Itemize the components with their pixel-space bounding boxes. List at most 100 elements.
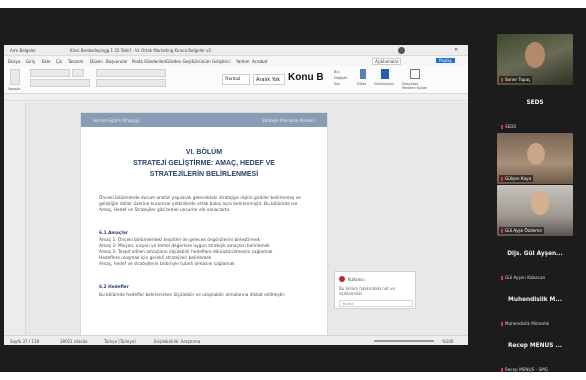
menu-help[interactable]: Yardım — [236, 59, 249, 64]
tab-2[interactable]: Kinsi Benbelleyingg 1 22 Teklif - Vs Ort… — [70, 48, 211, 53]
comment-avatar — [339, 276, 345, 282]
microphone-icon[interactable] — [360, 69, 366, 79]
menu-acrobat[interactable]: Acrobat — [252, 59, 267, 64]
header-left: Hizmet Eğitim Kitapçığı — [93, 118, 140, 123]
meeting-window: Arm Belgeler Kinsi Benbelleyingg 1 22 Te… — [0, 8, 586, 375]
header-right: Stratejik Planlama Rehberi — [261, 118, 315, 123]
page-indicator[interactable]: Sayfa 37 / 118 — [10, 339, 39, 344]
section-heading-1: 6.1 Amaçlar — [99, 231, 128, 236]
dictate-label: Dikte — [357, 82, 367, 86]
participant-caption-3: Gül Ayşe Özdemir — [499, 227, 545, 234]
participant-name-4: Recep MENUS ... — [507, 343, 563, 349]
reuse-files-label: Dosyaları Yeniden Kullan — [402, 82, 428, 90]
font-name-select[interactable] — [30, 69, 70, 77]
comment-text: Bu bölüm hakkındaki not ve açıklamalar — [339, 286, 395, 296]
page-header: Hizmet Eğitim Kitapçığı Stratejik Planla… — [81, 113, 327, 127]
select-button[interactable]: Seç — [334, 82, 340, 86]
title-bar: Arm Belgeler Kinsi Benbelleyingg 1 22 Te… — [4, 45, 468, 56]
participant-subname-1: SEDS — [501, 124, 516, 129]
font-size-select[interactable] — [72, 69, 84, 77]
menu-layout[interactable]: Düzen — [90, 59, 103, 64]
title-line-2: STRATEJİLERİN BELİRLENMESİ — [149, 171, 259, 178]
participant-caption-1: Soner Topaç — [499, 76, 533, 83]
ruler — [4, 95, 468, 101]
zoom-level[interactable]: %100 — [442, 339, 453, 344]
menu-view[interactable]: Görünüm — [192, 59, 211, 64]
chapter-number: VI. BÖLÜM — [185, 149, 223, 156]
participant-caption-2: Gülşen Kaya — [499, 175, 534, 182]
avatar[interactable] — [398, 47, 405, 54]
mic-muted-icon — [501, 368, 503, 372]
screen: Arm Belgeler Kinsi Benbelleyingg 1 22 Te… — [0, 0, 586, 378]
participant-name-3: Muhendislik M... — [508, 297, 562, 303]
reuse-files-icon[interactable] — [410, 69, 420, 79]
style-heading[interactable]: Konu B — [288, 72, 326, 86]
alignment-group[interactable] — [96, 79, 166, 87]
menu-design[interactable]: Tasarım — [68, 59, 83, 64]
participant-video-1[interactable]: Soner Topaç — [497, 34, 573, 85]
comment-author: Kullanıcı — [348, 277, 365, 282]
participant-name-tile-1[interactable]: SEDS SEDS — [497, 87, 573, 131]
status-bar: Sayfa 37 / 118 39021 sözcük Türkçe (Türk… — [4, 335, 468, 345]
chapter-title: VI. BÖLÜM STRATEJİ GELİŞTİRME: AMAÇ, HED… — [81, 147, 327, 180]
list-format-group[interactable] — [96, 69, 166, 77]
mic-muted-icon — [501, 229, 503, 233]
paste-label: Yapıştır — [8, 87, 21, 91]
mic-muted-icon — [501, 125, 503, 129]
amac-list: Amaç 1: Önceki bölümlerdeki tespitler il… — [99, 238, 311, 268]
accessibility-status[interactable]: Erişilebilirlik: Araştırma — [154, 339, 200, 344]
navigation-strip — [4, 102, 26, 335]
participant-name-tile-4[interactable]: Recep MENUS ... Recep MENUS - SMG — [497, 330, 573, 374]
participant-name-tile-2[interactable]: Dijs. Gül Ayşen... Gül Ayşen Kabacan — [497, 238, 573, 282]
participants-panel: Soner Topaç SEDS SEDS Gülşen Kaya Gül Ay… — [490, 16, 586, 380]
ribbon: Yapıştır Normal Aralık Yok Konu B Bul De… — [4, 66, 468, 94]
editor-label: Düzenleyici — [374, 82, 395, 86]
title-line-1: STRATEJİ GELİŞTİRME: AMAÇ, HEDEF VE — [133, 160, 275, 167]
menu-file[interactable]: Dosya — [8, 59, 20, 64]
share-button[interactable]: Paylaş — [436, 58, 455, 63]
editor-icon[interactable] — [381, 69, 389, 79]
language-indicator[interactable]: Türkçe (Türkiye) — [104, 339, 136, 344]
participant-video-3[interactable]: Gül Ayşe Özdemir — [497, 185, 573, 236]
comment-reply-input[interactable]: Yanıtla — [339, 300, 413, 307]
section-heading-2: 6.2 Hedefler — [99, 285, 129, 290]
menu-mailings[interactable]: Posta Gönderileri — [132, 59, 166, 64]
list-item: Amaç, hedef ve stratejilerin birbiriyle … — [99, 262, 235, 267]
menu-draw[interactable]: Çiz — [56, 59, 62, 64]
menu-home[interactable]: Giriş — [26, 59, 35, 64]
document-page[interactable]: Hizmet Eğitim Kitapçığı Stratejik Planla… — [81, 113, 327, 345]
mic-muted-icon — [501, 322, 503, 326]
mic-muted-icon — [501, 78, 503, 82]
participant-subname-3: Muhendislik Mimarlık — [501, 321, 549, 326]
paste-icon[interactable] — [10, 69, 20, 85]
menu-bar: Dosya Giriş Ekle Çiz Tasarım Düzen Başvu… — [4, 57, 468, 66]
hedef-line: Bu bölümde hedefler belirlenirken ölçüle… — [99, 293, 286, 298]
tab-1[interactable]: Arm Belgeler — [10, 48, 36, 53]
participant-name-2: Dijs. Gül Ayşen... — [507, 251, 563, 257]
participant-video-2[interactable]: Gülşen Kaya — [497, 133, 573, 184]
replace-button[interactable]: Değiştir — [334, 76, 348, 80]
style-no-spacing[interactable]: Aralık Yok — [253, 74, 285, 85]
find-button[interactable]: Bul — [334, 70, 340, 74]
menu-review[interactable]: Gözden Geçir — [166, 59, 193, 64]
menu-insert[interactable]: Ekle — [42, 59, 50, 64]
zoom-slider[interactable] — [374, 340, 434, 342]
participant-face-3 — [531, 191, 549, 215]
comment-card[interactable]: Kullanıcı Bu bölüm hakkındaki not ve açı… — [334, 271, 416, 309]
menu-references[interactable]: Başvurular — [106, 59, 128, 64]
comments-button[interactable]: Açıklamalar — [372, 58, 402, 65]
style-normal[interactable]: Normal — [222, 74, 250, 85]
participant-face-2 — [527, 143, 545, 165]
mic-muted-icon — [501, 276, 503, 280]
close-icon[interactable]: ✕ — [454, 47, 458, 53]
chevron-down-icon[interactable]: ⌄ — [528, 368, 533, 375]
menu-developer[interactable]: Geliştirici — [212, 59, 231, 64]
participant-name-tile-3[interactable]: Muhendislik M... Muhendislik Mimarlık — [497, 284, 573, 328]
participant-subname-4: Recep MENUS - SMG — [501, 367, 548, 372]
word-count[interactable]: 39021 sözcük — [60, 339, 88, 344]
shared-screen: Arm Belgeler Kinsi Benbelleyingg 1 22 Te… — [4, 45, 468, 345]
mic-muted-icon — [501, 177, 503, 181]
font-format-group[interactable] — [30, 79, 90, 87]
participant-subname-2: Gül Ayşen Kabacan — [501, 275, 545, 280]
participant-face-1 — [525, 42, 545, 68]
